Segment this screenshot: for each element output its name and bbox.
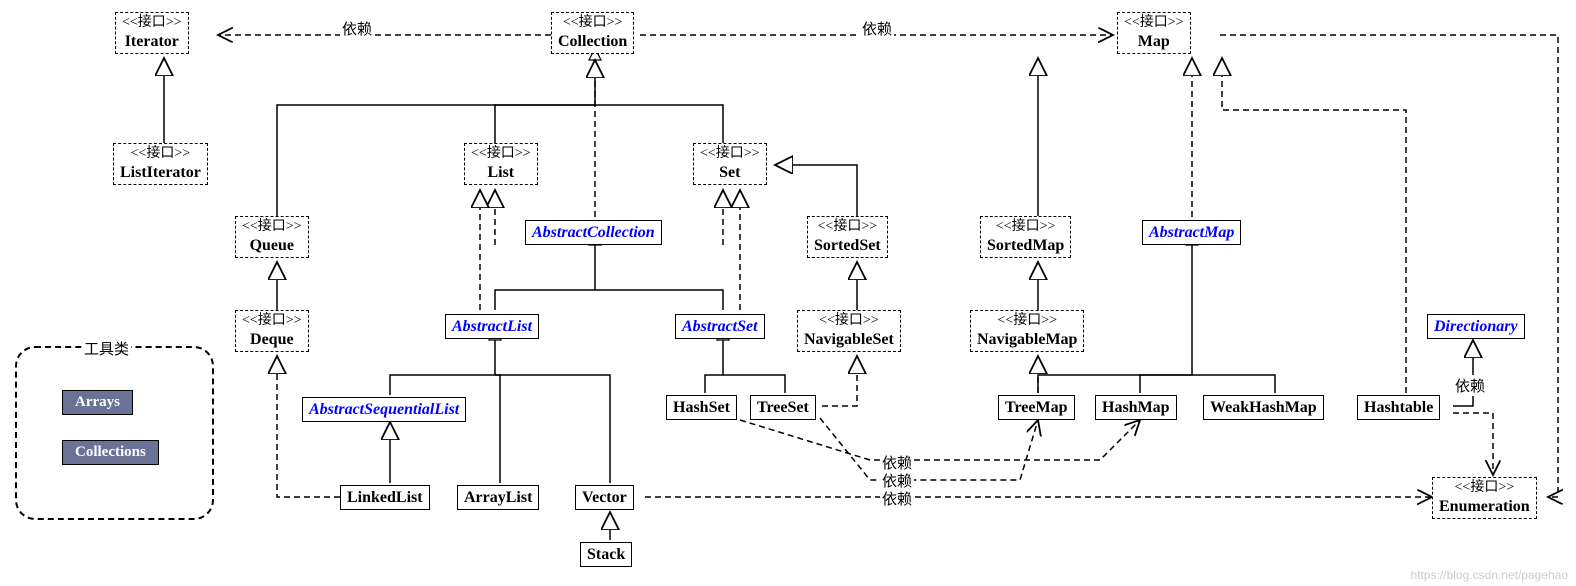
dep-label-3: 依赖 xyxy=(1453,375,1487,396)
collection-interface: <<接口>>Collection xyxy=(551,12,634,54)
set-interface: <<接口>>Set xyxy=(693,143,767,185)
navigablemap-interface: <<接口>>NavigableMap xyxy=(970,310,1084,352)
dep-label-6: 依赖 xyxy=(880,488,914,509)
enumeration-interface: <<接口>>Enumeration xyxy=(1432,477,1537,519)
dep-label-1: 依赖 xyxy=(340,18,374,39)
utility-group xyxy=(15,346,214,520)
hashset-class: HashSet xyxy=(666,395,737,420)
weakhashmap-class: WeakHashMap xyxy=(1203,395,1324,420)
sortedmap-interface: <<接口>>SortedMap xyxy=(980,216,1071,258)
abstractmap-class: AbstractMap xyxy=(1142,220,1241,245)
arraylist-class: ArrayList xyxy=(457,485,539,510)
map-interface: <<接口>>Map xyxy=(1117,12,1191,54)
abstractsequentiallist-class: AbstractSequentialList xyxy=(302,397,466,422)
vector-class: Vector xyxy=(575,485,634,510)
treeset-class: TreeSet xyxy=(750,395,816,420)
stack-class: Stack xyxy=(580,542,632,567)
abstractlist-class: AbstractList xyxy=(445,314,539,339)
navigableset-interface: <<接口>>NavigableSet xyxy=(797,310,901,352)
directionary-class: Directionary xyxy=(1427,314,1525,339)
hashmap-class: HashMap xyxy=(1095,395,1177,420)
watermark: https://blog.csdn.net/pagehao xyxy=(1411,568,1568,582)
linkedlist-class: LinkedList xyxy=(340,485,430,510)
treemap-class: TreeMap xyxy=(998,395,1075,420)
list-interface: <<接口>>List xyxy=(464,143,538,185)
sortedset-interface: <<接口>>SortedSet xyxy=(807,216,888,258)
queue-interface: <<接口>>Queue xyxy=(235,216,309,258)
abstractset-class: AbstractSet xyxy=(675,314,765,339)
iterator-interface: <<接口>>Iterator xyxy=(115,12,189,54)
arrays-class: Arrays xyxy=(62,390,133,415)
utility-label: 工具类 xyxy=(82,338,131,359)
abstractcollection-class: AbstractCollection xyxy=(525,220,662,245)
listiterator-interface: <<接口>>ListIterator xyxy=(113,143,208,185)
dep-label-2: 依赖 xyxy=(860,18,894,39)
collections-class: Collections xyxy=(62,440,159,465)
hashtable-class: Hashtable xyxy=(1357,395,1440,420)
deque-interface: <<接口>>Deque xyxy=(235,310,309,352)
diagram-canvas: 工具类 Arrays Collections <<接口>>Iterator <<… xyxy=(0,0,1576,586)
edges-svg xyxy=(0,0,1576,586)
